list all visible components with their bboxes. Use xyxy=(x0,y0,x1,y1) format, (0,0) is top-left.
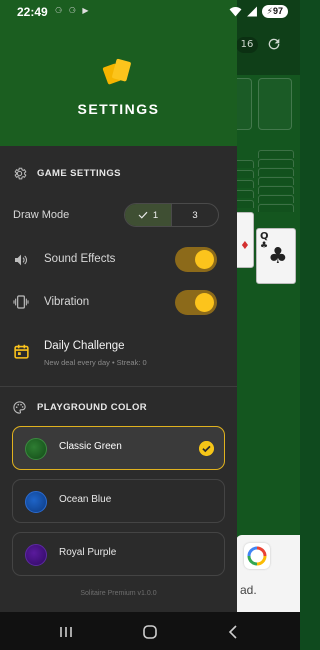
home-icon[interactable] xyxy=(142,624,158,640)
cards-logo-icon xyxy=(102,58,131,85)
toggle-knob xyxy=(195,250,214,269)
color-name: Ocean Blue xyxy=(59,494,112,505)
tableau-card-back xyxy=(258,204,294,212)
tableau-card-back xyxy=(258,159,294,167)
color-name: Classic Green xyxy=(59,441,122,452)
tableau-card-back xyxy=(258,177,294,185)
check-icon xyxy=(138,211,148,219)
foundation-slot[interactable] xyxy=(258,78,292,130)
color-option-ocean-blue[interactable]: Ocean Blue xyxy=(12,479,225,523)
settings-drawer: SETTINGS GAME SETTINGS Draw Mode 1 3 Sou… xyxy=(0,0,237,612)
back-icon[interactable] xyxy=(226,624,242,640)
app-version: Solitaire Premium v1.0.0 xyxy=(80,590,157,597)
selected-check-icon xyxy=(199,441,214,456)
draw-mode-option-1[interactable]: 1 xyxy=(125,204,171,226)
battery-indicator: ⚡97 xyxy=(261,5,288,18)
tableau-card-back xyxy=(258,168,294,176)
color-swatch xyxy=(25,438,47,460)
card-suit: ♣ xyxy=(260,241,269,251)
card-suit: ♦ xyxy=(240,239,250,252)
ad-text: ad. xyxy=(240,583,257,597)
move-counter: 16 xyxy=(236,37,258,53)
daily-challenge-subtitle: New deal every day • Streak: 0 xyxy=(44,358,147,367)
gear-icon xyxy=(14,167,27,180)
color-option-royal-purple[interactable]: Royal Purple xyxy=(12,532,225,576)
color-name: Royal Purple xyxy=(59,547,117,558)
draw-mode-label: Draw Mode xyxy=(13,209,70,221)
color-swatch xyxy=(25,544,47,566)
playing-card[interactable]: Q ♣ ♣ xyxy=(256,228,296,284)
status-bar: 22:49 ⚆ ⚆ ▶ ⚡97 xyxy=(0,0,300,24)
sound-effects-toggle[interactable] xyxy=(175,247,217,272)
section-divider xyxy=(0,386,237,387)
recents-icon[interactable] xyxy=(58,624,74,640)
volume-icon xyxy=(15,254,27,266)
signal-icon xyxy=(246,6,257,17)
playground-color-heading: PLAYGROUND COLOR xyxy=(12,400,147,415)
notification-icons: ⚆ ⚆ ▶ xyxy=(55,6,91,15)
refresh-icon[interactable] xyxy=(266,36,282,52)
daily-challenge-title[interactable]: Daily Challenge xyxy=(44,340,125,352)
palette-icon xyxy=(13,401,26,414)
status-right: ⚡97 xyxy=(229,5,288,18)
draw-mode-option-label: 3 xyxy=(192,209,198,221)
ad-logo xyxy=(244,543,270,569)
vibration-label: Vibration xyxy=(44,296,90,308)
section-title: GAME SETTINGS xyxy=(37,168,121,179)
game-settings-heading: GAME SETTINGS xyxy=(12,166,121,181)
ad-banner[interactable]: ad. xyxy=(236,535,300,613)
color-option-classic-green[interactable]: Classic Green xyxy=(12,426,225,470)
draw-mode-option-3[interactable]: 3 xyxy=(171,204,218,226)
sound-effects-label: Sound Effects xyxy=(44,253,116,265)
drawer-title: SETTINGS xyxy=(77,101,160,117)
draw-mode-option-label: 1 xyxy=(152,209,159,221)
battery-level: 97 xyxy=(272,6,283,16)
color-swatch xyxy=(25,491,47,513)
vibration-icon xyxy=(13,295,29,309)
tableau-card-back xyxy=(258,150,294,158)
tableau-card-back xyxy=(258,195,294,203)
tableau-card-back xyxy=(258,186,294,194)
vibration-toggle[interactable] xyxy=(175,290,217,315)
system-nav-bar xyxy=(0,612,300,650)
wifi-icon xyxy=(229,6,242,17)
calendar-icon xyxy=(14,344,29,359)
draw-mode-selector: 1 3 xyxy=(124,203,219,227)
card-suit-large: ♣ xyxy=(268,244,288,269)
status-time: 22:49 xyxy=(17,5,48,19)
toggle-knob xyxy=(195,293,214,312)
section-title: PLAYGROUND COLOR xyxy=(37,402,148,413)
